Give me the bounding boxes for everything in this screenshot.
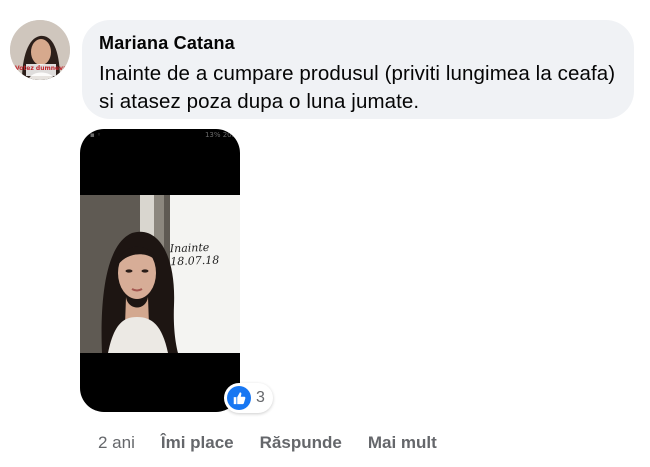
portrait-image (80, 195, 240, 353)
photo-content: Inainte 18.07.18 (80, 195, 240, 353)
reaction-summary[interactable]: 3 (224, 383, 273, 413)
reaction-count: 3 (256, 389, 265, 406)
avatar[interactable]: Votez dumneva (10, 20, 70, 80)
like-button[interactable]: Îmi place (161, 433, 234, 453)
comment-author[interactable]: Mariana Catana (99, 32, 618, 54)
photo-caption: Inainte 18.07.18 (169, 240, 220, 269)
comment-actions: 2 ani Îmi place Răspunde Mai mult (98, 431, 463, 455)
photo-status-bar: ▪ ◦ 13% 20: (80, 129, 240, 143)
status-battery-time: 13% 20: (204, 131, 234, 139)
more-button[interactable]: Mai mult (368, 433, 437, 453)
status-icons: ▪ ◦ (90, 131, 102, 139)
comment-text: Inainte de a cumpare produsul (priviti l… (99, 62, 616, 113)
avatar-badge-label: Votez dumneva (15, 65, 67, 72)
comment-bubble: Mariana Catana Inainte de a cumpare prod… (82, 20, 634, 119)
reply-button[interactable]: Răspunde (260, 433, 342, 453)
comment-timestamp[interactable]: 2 ani (98, 433, 135, 453)
attached-photo[interactable]: ▪ ◦ 13% 20: Inainte 18.07.18 (80, 129, 240, 412)
thumbs-up-icon (227, 386, 251, 410)
